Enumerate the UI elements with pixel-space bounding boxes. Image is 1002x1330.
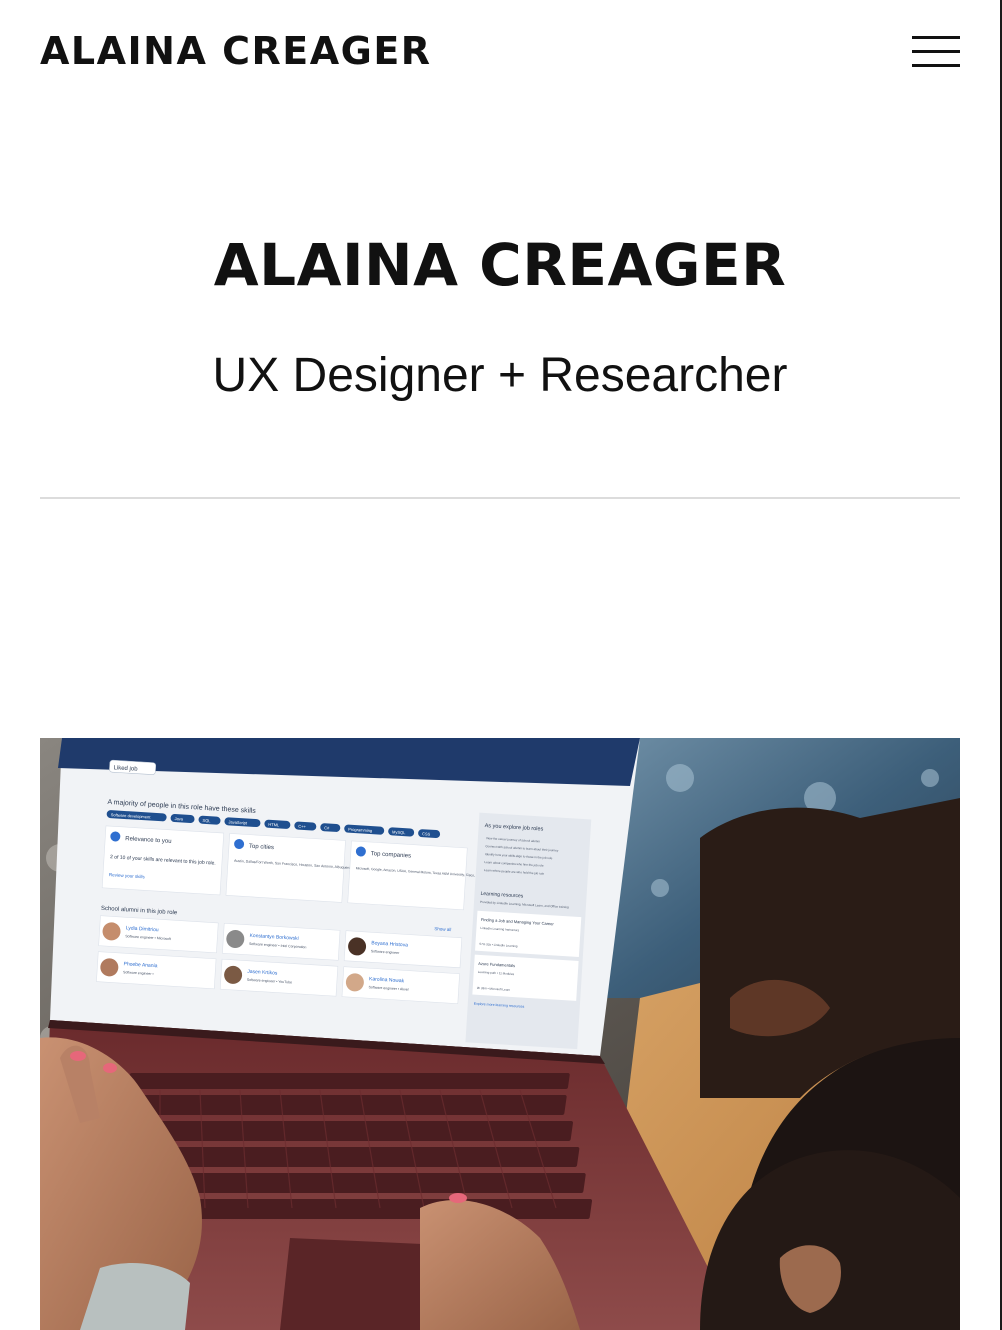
svg-text:C++: C++ <box>298 824 307 829</box>
svg-text:Java: Java <box>174 816 184 822</box>
project-image[interactable]: Liked job A majority of people in this r… <box>40 738 960 1330</box>
laptop-photo: Liked job A majority of people in this r… <box>40 738 960 1330</box>
menu-bar <box>912 50 960 53</box>
svg-text:CSS: CSS <box>422 831 431 837</box>
hero-title: ALAINA CREAGER <box>213 231 787 299</box>
hero-subtitle: UX Designer + Researcher <box>212 349 788 402</box>
menu-bar <box>912 64 960 67</box>
hamburger-menu-icon[interactable] <box>910 34 962 70</box>
section-divider <box>40 497 960 499</box>
menu-bar <box>912 36 960 39</box>
screen-show-all: Show all <box>434 926 451 932</box>
svg-text:SQL: SQL <box>202 818 211 824</box>
site-name-link[interactable]: ALAINA CREAGER <box>40 28 432 74</box>
svg-text:MySQL: MySQL <box>392 829 406 835</box>
svg-text:HTML: HTML <box>268 822 280 828</box>
site-header: ALAINA CREAGER <box>0 0 1000 105</box>
